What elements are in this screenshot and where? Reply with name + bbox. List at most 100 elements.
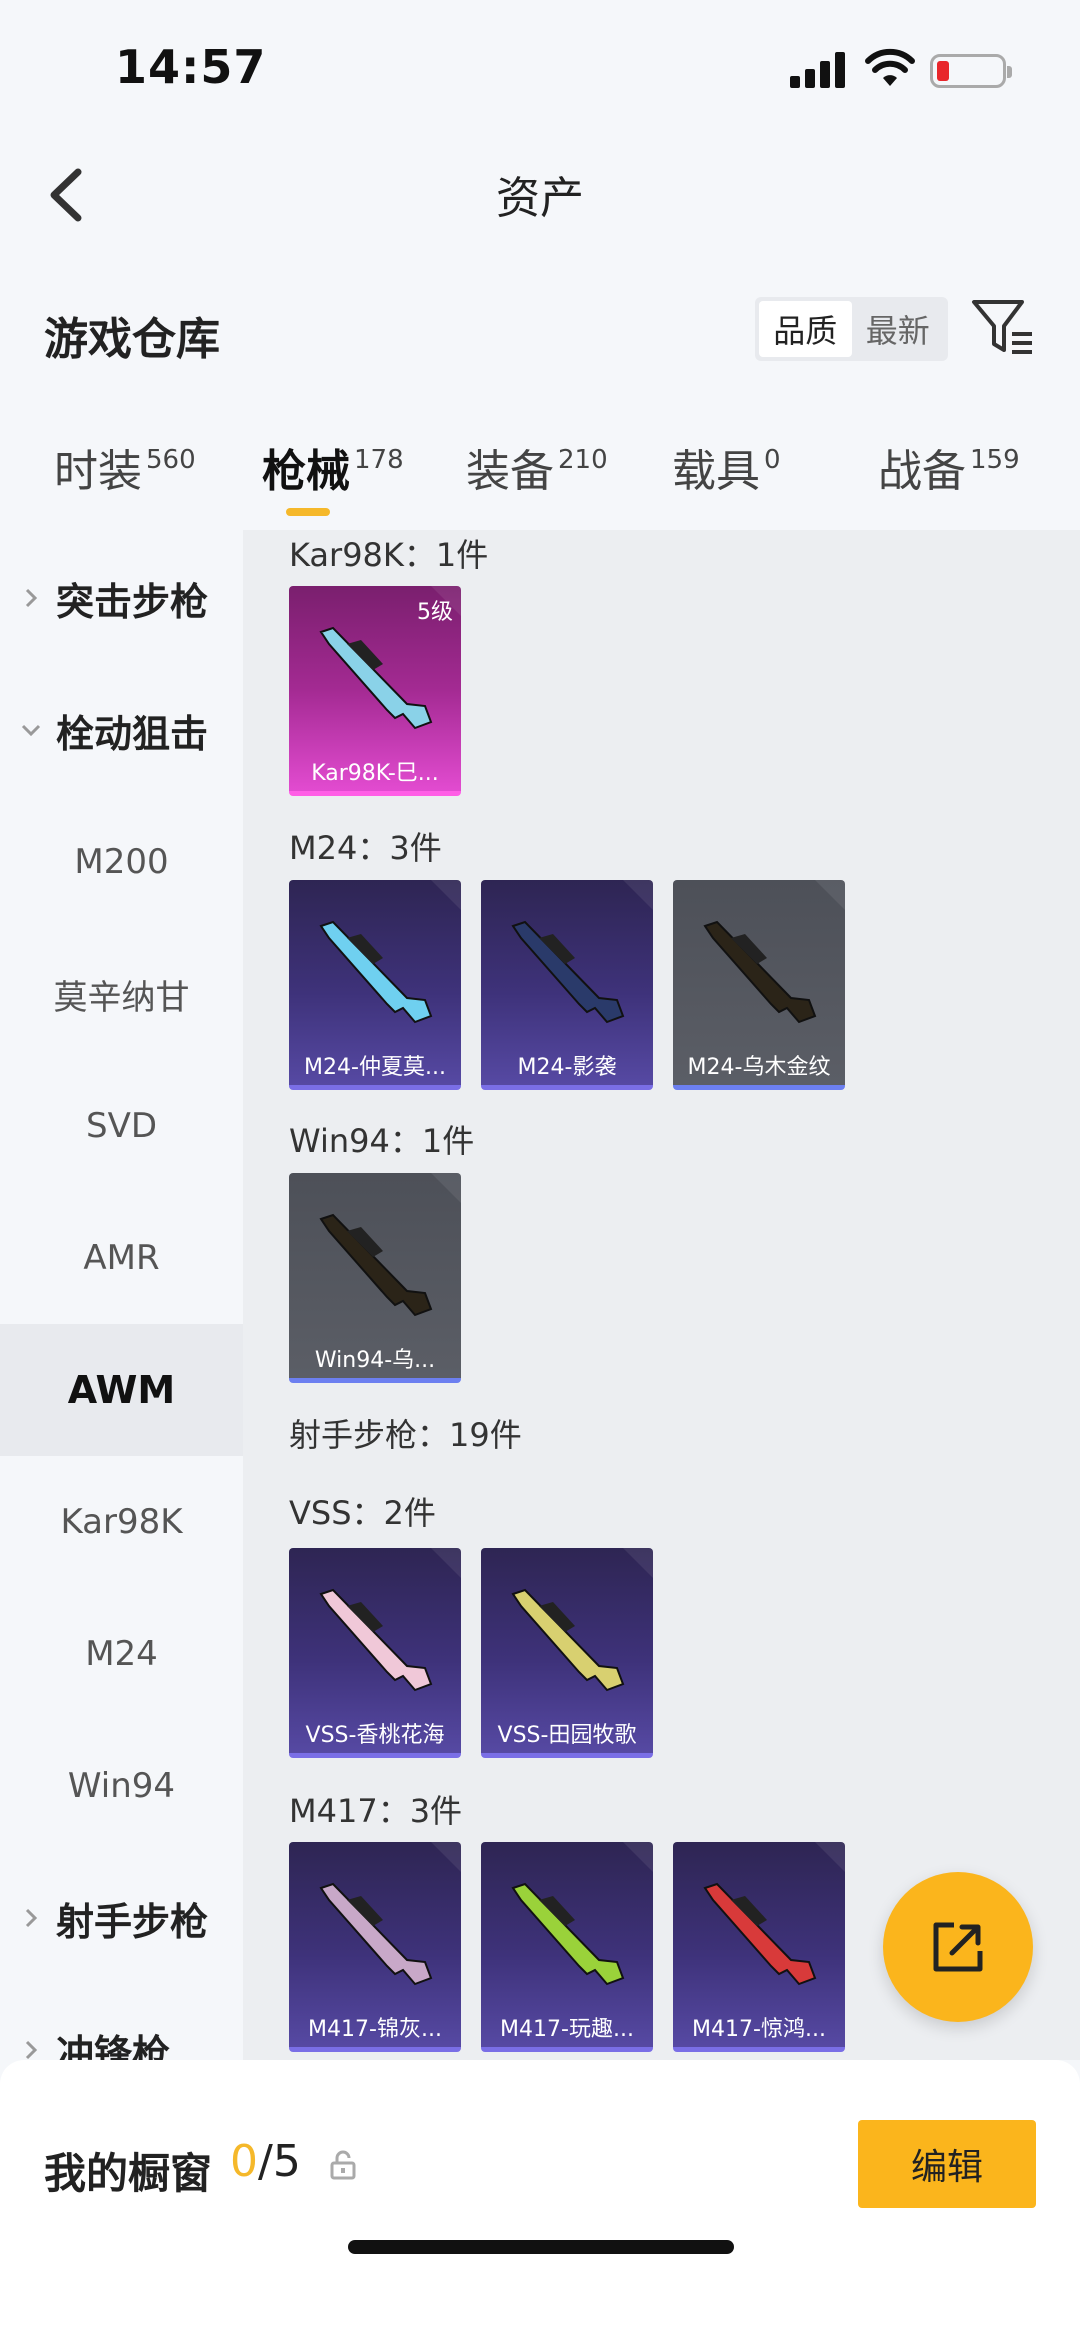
weapon-name: M24-影袭: [517, 1055, 617, 1080]
chevron-right-icon: [25, 1908, 38, 1928]
weapon-card[interactable]: M417-惊鸿...: [673, 1842, 845, 2052]
status-time: 14:57: [115, 40, 267, 94]
sidebar-item-1[interactable]: 栓动狙击: [0, 664, 243, 796]
group-label: VSS：2件: [289, 1494, 436, 1532]
sidebar-item-label: Win94: [67, 1766, 176, 1806]
edit-button[interactable]: 编辑: [858, 2120, 1036, 2208]
rifle-icon: [319, 1588, 433, 1692]
tab-supplies[interactable]: 战备 159: [878, 435, 1020, 499]
category-tabs: 时装 560 枪械 178 装备 210 载具 0 战备 159: [0, 435, 1080, 530]
share-icon: [933, 1922, 983, 1972]
card-corner-decoration: [623, 880, 653, 910]
showcase-bar: 我的橱窗 0/5 编辑: [0, 2060, 1080, 2337]
weapon-card[interactable]: M24-影袭: [481, 880, 653, 1090]
rifle-icon: [511, 1588, 625, 1692]
card-corner-decoration: [623, 1842, 653, 1872]
page-title: 资产: [496, 173, 584, 224]
card-corner-decoration: [815, 880, 845, 910]
chevron-down-icon: [21, 724, 41, 737]
weapon-name: Kar98K-巳...: [311, 761, 439, 786]
level-badge: 5级: [417, 600, 453, 625]
weapon-card[interactable]: 5级 Kar98K-巳...: [289, 586, 461, 796]
weapon-card[interactable]: M417-锦灰...: [289, 1842, 461, 2052]
sidebar-item-0[interactable]: 突击步枪: [0, 532, 243, 664]
group-label: Kar98K：1件: [289, 536, 489, 574]
chevron-right-icon: [25, 588, 38, 608]
chevron-right-icon: [25, 2040, 38, 2060]
sidebar-item-label: AWM: [67, 1368, 176, 1412]
weapon-card[interactable]: VSS-田园牧歌: [481, 1548, 653, 1758]
weapon-type-sidebar: 突击步枪栓动狙击 M200 莫辛纳甘 SVD AMR AWM Kar98K M24 Win94 射…: [0, 530, 243, 2060]
sort-toggle: 品质 最新: [755, 297, 948, 361]
group-label: 射手步枪：19件: [289, 1416, 522, 1454]
sidebar-item-label: M24: [85, 1634, 158, 1674]
tab-fashion[interactable]: 时装 560: [54, 435, 196, 499]
rifle-icon: [511, 920, 625, 1024]
weapon-name: VSS-田园牧歌: [497, 1723, 637, 1748]
sidebar-item-label: 栓动狙击: [56, 711, 209, 756]
tab-firearms[interactable]: 枪械 178: [262, 435, 404, 499]
cellular-signal-icon: [790, 52, 846, 88]
rifle-icon: [703, 920, 817, 1024]
share-button[interactable]: [883, 1872, 1033, 2022]
battery-icon: [930, 54, 1012, 88]
weapon-name: M417-惊鸿...: [692, 2017, 826, 2042]
weapon-card[interactable]: M417-玩趣...: [481, 1842, 653, 2052]
sidebar-item-label: Kar98K: [60, 1502, 183, 1542]
weapon-name: Win94-乌...: [314, 1348, 436, 1373]
home-indicator: [348, 2240, 734, 2254]
weapon-name: M24-仲夏莫...: [304, 1055, 446, 1080]
group-label: Win94：1件: [289, 1122, 475, 1160]
sidebar-item-5[interactable]: AMR: [0, 1192, 243, 1324]
sort-by-quality[interactable]: 品质: [759, 301, 852, 357]
sidebar-item-label: M200: [74, 842, 169, 882]
rifle-icon: [703, 1882, 817, 1986]
card-corner-decoration: [815, 1842, 845, 1872]
weapon-name: M24-乌木金纹: [687, 1055, 831, 1080]
card-corner-decoration: [431, 880, 461, 910]
sidebar-item-2[interactable]: M200: [0, 796, 243, 928]
card-corner-decoration: [431, 1842, 461, 1872]
tab-equipment[interactable]: 装备 210: [466, 435, 608, 499]
showcase-label: 我的橱窗: [44, 2149, 213, 2198]
group-label: M417：3件: [289, 1792, 463, 1830]
card-corner-decoration: [431, 1173, 461, 1203]
sidebar-item-label: SVD: [85, 1106, 158, 1146]
sidebar-item-label: 突击步枪: [56, 579, 209, 624]
weapon-grid: Kar98K：1件 5级 Kar98K-巳... M24：3件 M24-仲夏莫... M2…: [243, 530, 1080, 2060]
weapon-card[interactable]: VSS-香桃花海: [289, 1548, 461, 1758]
active-tab-indicator: [286, 508, 330, 516]
tab-vehicles[interactable]: 载具 0: [672, 435, 781, 499]
warehouse-title: 游戏仓库: [44, 314, 220, 365]
sidebar-item-6[interactable]: AWM: [0, 1324, 243, 1456]
rifle-icon: [319, 1213, 433, 1317]
sidebar-item-11[interactable]: 冲锋枪: [0, 1984, 243, 2060]
weapon-card[interactable]: M24-乌木金纹: [673, 880, 845, 1090]
sidebar-item-label: AMR: [83, 1238, 160, 1278]
weapon-name: M417-锦灰...: [308, 2017, 442, 2042]
wifi-icon: [865, 48, 915, 86]
sidebar-item-10[interactable]: 射手步枪: [0, 1852, 243, 1984]
rifle-icon: [511, 1882, 625, 1986]
status-bar: 14:57: [0, 0, 1080, 130]
sidebar-item-3[interactable]: 莫辛纳甘: [0, 928, 243, 1060]
weapon-card[interactable]: M24-仲夏莫...: [289, 880, 461, 1090]
sidebar-item-8[interactable]: M24: [0, 1588, 243, 1720]
weapon-name: VSS-香桃花海: [305, 1723, 445, 1748]
sort-by-latest[interactable]: 最新: [852, 301, 945, 357]
showcase-count: 0/5: [230, 2136, 301, 2187]
sidebar-item-label: 射手步枪: [56, 1899, 209, 1944]
sidebar-item-9[interactable]: Win94: [0, 1720, 243, 1852]
weapon-name: M417-玩趣...: [500, 2017, 634, 2042]
rifle-icon: [319, 920, 433, 1024]
sidebar-item-7[interactable]: Kar98K: [0, 1456, 243, 1588]
sidebar-item-label: 莫辛纳甘: [53, 977, 190, 1018]
group-label: M24：3件: [289, 829, 442, 867]
rifle-icon: [319, 1882, 433, 1986]
card-corner-decoration: [431, 1548, 461, 1578]
card-corner-decoration: [623, 1548, 653, 1578]
sidebar-item-4[interactable]: SVD: [0, 1060, 243, 1192]
sidebar-item-label: 冲锋枪: [56, 2031, 171, 2061]
weapon-card[interactable]: Win94-乌...: [289, 1173, 461, 1383]
filter-icon[interactable]: [970, 296, 1034, 358]
